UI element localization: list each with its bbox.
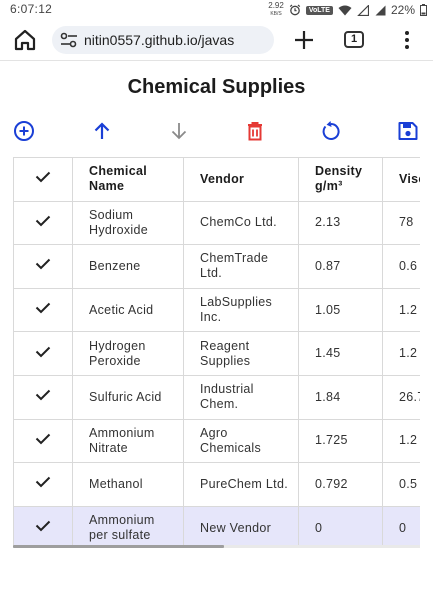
horizontal-scrollbar-thumb[interactable]: [13, 545, 224, 548]
cell-vendor[interactable]: PureChem Ltd.: [183, 462, 299, 507]
row-select-cell[interactable]: [13, 331, 73, 376]
cell-density[interactable]: 1.725: [298, 418, 383, 464]
cell-density[interactable]: 1.05: [298, 287, 383, 333]
undo-icon[interactable]: [319, 120, 343, 142]
check-icon[interactable]: [35, 346, 51, 358]
table-header-row: Chemical Name Vendor Density g/m³ Visc m…: [13, 157, 420, 202]
table-row[interactable]: Ammonium Nitrate Agro Chemicals 1.725 1.…: [13, 418, 420, 464]
cell-chemical[interactable]: Ammonium per sulfate: [72, 505, 184, 547]
row-select-cell[interactable]: [13, 374, 73, 420]
table-row-new[interactable]: Ammonium per sulfate New Vendor 0 0: [13, 505, 420, 547]
check-icon[interactable]: [35, 258, 51, 270]
row-select-cell[interactable]: [13, 462, 73, 507]
chemical-table: Chemical Name Vendor Density g/m³ Visc m…: [13, 157, 420, 547]
table-row[interactable]: Methanol PureChem Ltd. 0.792 0.5: [13, 462, 420, 507]
row-select-cell[interactable]: [13, 287, 73, 333]
cell-density[interactable]: 0.792: [298, 462, 383, 507]
status-bar: 6:07:12 2.92 KB/S VoLTE 22%: [0, 0, 433, 20]
battery-percent: 22%: [390, 3, 415, 17]
status-icons: 2.92 KB/S VoLTE 22%: [268, 2, 427, 18]
check-icon[interactable]: [35, 476, 51, 488]
delete-icon[interactable]: [243, 120, 267, 142]
cell-viscosity[interactable]: 0.6: [382, 244, 420, 289]
header-density[interactable]: Density g/m³: [298, 157, 383, 202]
cell-vendor[interactable]: ChemCo Ltd.: [183, 200, 299, 246]
cell-viscosity[interactable]: 78: [382, 200, 420, 246]
cell-chemical[interactable]: Ammonium Nitrate: [72, 418, 184, 464]
cell-chemical[interactable]: Methanol: [72, 462, 184, 507]
cell-density[interactable]: 1.45: [298, 331, 383, 376]
cell-viscosity[interactable]: 0.5: [382, 462, 420, 507]
network-speed-unit: KB/S: [270, 11, 282, 17]
check-icon[interactable]: [35, 389, 51, 401]
cell-vendor[interactable]: Agro Chemicals: [183, 418, 299, 464]
browser-divider: [0, 60, 433, 61]
row-select-cell[interactable]: [13, 244, 73, 289]
cell-viscosity[interactable]: 1.2: [382, 331, 420, 376]
check-icon[interactable]: [35, 520, 51, 532]
battery-icon: [420, 4, 427, 16]
chemical-table-container[interactable]: Chemical Name Vendor Density g/m³ Visc m…: [13, 157, 420, 547]
check-icon[interactable]: [35, 171, 51, 183]
address-bar[interactable]: nitin0557.github.io/javas: [52, 26, 274, 54]
page-title: Chemical Supplies: [127, 76, 306, 98]
alarm-icon: [289, 4, 301, 16]
cell-vendor[interactable]: LabSupplies Inc.: [183, 287, 299, 333]
cell-chemical[interactable]: Acetic Acid: [72, 287, 184, 333]
new-tab-icon[interactable]: [292, 28, 316, 52]
table-row[interactable]: Hydrogen Peroxide Reagent Supplies 1.45 …: [13, 331, 420, 376]
check-icon[interactable]: [35, 302, 51, 314]
cell-chemical[interactable]: Benzene: [72, 244, 184, 289]
table-row[interactable]: Sodium Hydroxide ChemCo Ltd. 2.13 78: [13, 200, 420, 246]
header-chemical-name[interactable]: Chemical Name: [72, 157, 184, 202]
cell-vendor[interactable]: Industrial Chem.: [183, 374, 299, 420]
cell-viscosity[interactable]: 1.2: [382, 418, 420, 464]
add-row-icon[interactable]: [12, 120, 36, 142]
row-select-cell[interactable]: [13, 200, 73, 246]
table-row[interactable]: Benzene ChemTrade Ltd. 0.87 0.6: [13, 244, 420, 289]
cell-viscosity[interactable]: 26.7: [382, 374, 420, 420]
cell-vendor[interactable]: Reagent Supplies: [183, 331, 299, 376]
table-row[interactable]: Sulfuric Acid Industrial Chem. 1.84 26.7: [13, 374, 420, 420]
row-select-cell[interactable]: [13, 505, 73, 547]
cell-viscosity[interactable]: 0: [382, 505, 420, 547]
cell-density[interactable]: 0: [298, 505, 383, 547]
cell-vendor[interactable]: ChemTrade Ltd.: [183, 244, 299, 289]
cell-chemical[interactable]: Sodium Hydroxide: [72, 200, 184, 246]
wifi-icon: [338, 5, 352, 15]
signal-icon: [357, 4, 369, 16]
move-down-icon[interactable]: [167, 120, 191, 142]
cell-chemical[interactable]: Hydrogen Peroxide: [72, 331, 184, 376]
move-up-icon[interactable]: [90, 120, 114, 142]
more-menu-icon[interactable]: [400, 29, 414, 51]
home-icon[interactable]: [12, 28, 38, 52]
volte-badge: VoLTE: [305, 5, 333, 15]
header-select-all[interactable]: [13, 157, 73, 202]
save-icon[interactable]: [396, 120, 420, 142]
header-vendor[interactable]: Vendor: [183, 157, 299, 202]
cell-density[interactable]: 1.84: [298, 374, 383, 420]
site-settings-icon[interactable]: [60, 32, 78, 48]
status-time: 6:07:12: [10, 2, 53, 16]
check-icon[interactable]: [35, 433, 51, 445]
cell-density[interactable]: 2.13: [298, 200, 383, 246]
browser-toolbar: nitin0557.github.io/javas 1: [0, 20, 433, 60]
network-speed: 2.92 KB/S: [268, 2, 284, 18]
row-select-cell[interactable]: [13, 418, 73, 464]
check-icon[interactable]: [35, 215, 51, 227]
cell-vendor[interactable]: New Vendor: [183, 505, 299, 547]
signal-strong-icon: [375, 5, 386, 15]
cell-viscosity[interactable]: 1.2: [382, 287, 420, 333]
cell-chemical[interactable]: Sulfuric Acid: [72, 374, 184, 420]
tab-switcher-button[interactable]: 1: [344, 31, 364, 48]
url-text[interactable]: nitin0557.github.io/javas: [84, 32, 270, 48]
table-row[interactable]: Acetic Acid LabSupplies Inc. 1.05 1.2: [13, 287, 420, 333]
header-viscosity[interactable]: Visc m²/: [382, 157, 420, 202]
cell-density[interactable]: 0.87: [298, 244, 383, 289]
network-speed-value: 2.92: [268, 1, 284, 10]
